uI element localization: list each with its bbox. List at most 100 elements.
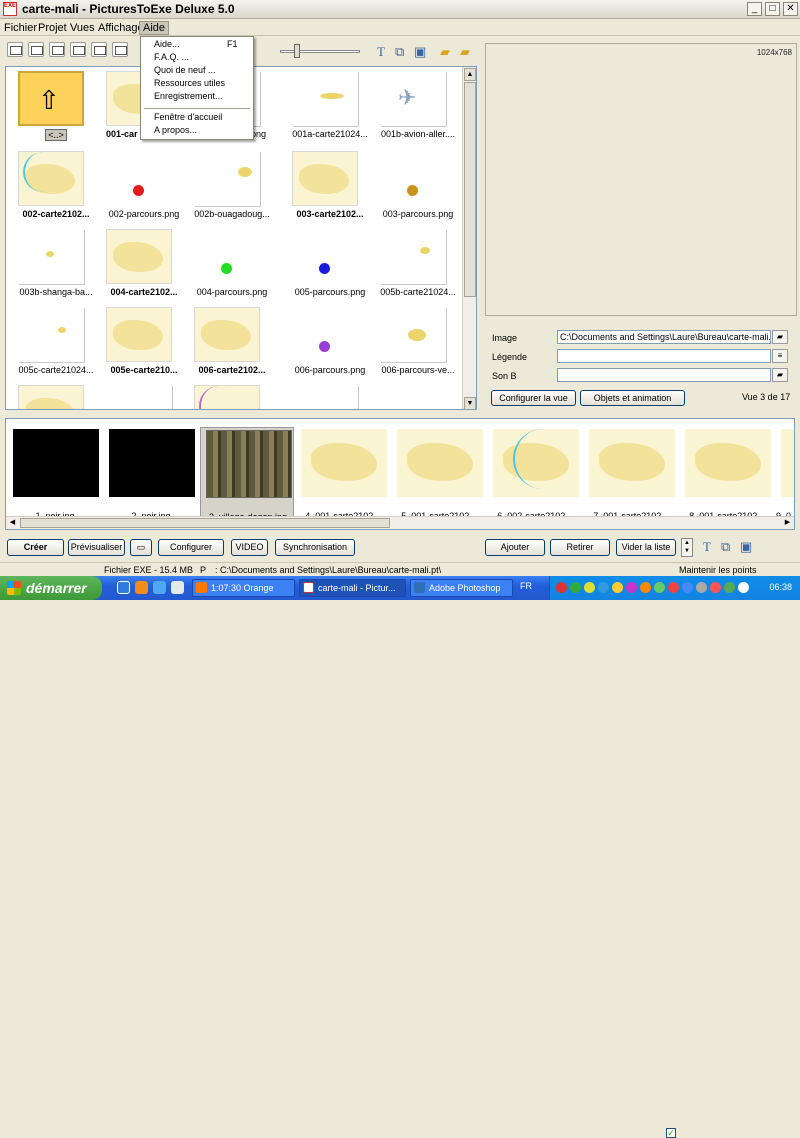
configurer-vue-button[interactable]: Configurer la vue — [491, 390, 576, 406]
maintenir-points-checkbox[interactable]: ✓ — [666, 1128, 676, 1138]
view-mode-1-button[interactable] — [7, 42, 23, 57]
fullscreen-preview-icon[interactable]: ▭ — [130, 539, 152, 556]
browser-item[interactable]: 004-carte2102... — [98, 225, 190, 303]
tray-icon[interactable] — [570, 582, 581, 593]
vider-liste-button[interactable]: Vider la liste — [616, 539, 676, 556]
close-button[interactable]: ✕ — [783, 2, 798, 16]
copy-icon[interactable]: ⧉ — [395, 44, 404, 60]
text-icon[interactable]: T — [703, 539, 711, 555]
timeline-slide[interactable]: 7. 001-carte2102... — [584, 429, 678, 524]
tray-icon[interactable] — [724, 582, 735, 593]
menu-item-quoi-de-neuf[interactable]: Quoi de neuf ... — [154, 65, 216, 75]
timeline-slide[interactable]: 9. 0 — [776, 429, 794, 524]
menu-projet[interactable]: Projet — [38, 22, 67, 34]
timeline-slide[interactable]: 6. 002-carte2102... — [488, 429, 582, 524]
language-indicator[interactable]: FR — [520, 581, 532, 591]
menu-item-enregistrement[interactable]: Enregistrement... — [154, 91, 223, 101]
folder-open-icon[interactable]: ▰ — [440, 44, 450, 60]
text-icon[interactable]: T — [377, 44, 385, 60]
menu-item-fenetre-accueil[interactable]: Fenêtre d'accueil — [154, 112, 222, 122]
view-mode-5-button[interactable] — [91, 42, 107, 57]
browser-item[interactable]: 006-parcours.png — [284, 303, 376, 381]
media-player-icon[interactable] — [153, 581, 166, 594]
browser-item[interactable] — [186, 381, 278, 409]
browse-folder-icon[interactable]: ▰ — [772, 330, 788, 344]
configurer-button[interactable]: Configurer — [158, 539, 224, 556]
browser-item[interactable]: 002-carte2102... — [10, 147, 102, 225]
tray-icon[interactable] — [598, 582, 609, 593]
start-button[interactable]: démarrer — [0, 576, 102, 600]
show-desktop-icon[interactable] — [117, 581, 130, 594]
previsualiser-button[interactable]: Prévisualiser — [68, 539, 125, 556]
taskbar-item-picturestoexe[interactable]: carte-mali - Pictur... — [299, 579, 406, 597]
copy-icon[interactable]: ⧉ — [721, 539, 730, 555]
ajouter-button[interactable]: Ajouter — [485, 539, 545, 556]
browser-item[interactable]: 002b-ouagadoug... — [186, 147, 278, 225]
tray-icon[interactable] — [626, 582, 637, 593]
browser-item[interactable]: 003-parcours.png — [372, 147, 464, 225]
tray-icon[interactable] — [654, 582, 665, 593]
browser-item[interactable]: 005e-carte210... — [98, 303, 190, 381]
timeline-slide-selected[interactable]: 3. village-dogon.jpg — [200, 427, 294, 526]
view-mode-4-button[interactable] — [70, 42, 86, 57]
menu-aide[interactable]: Aide — [139, 21, 170, 35]
maximize-button[interactable]: □ — [765, 2, 780, 16]
browser-item[interactable]: 005-parcours.png — [284, 225, 376, 303]
browser-vertical-scrollbar[interactable]: ▲ ▼ — [462, 67, 476, 409]
menu-item-ressources[interactable]: Ressources utiles — [154, 78, 225, 88]
tray-icon[interactable] — [556, 582, 567, 593]
reorder-stepper[interactable]: ▲ ▼ — [681, 538, 693, 557]
scroll-up-icon[interactable]: ▲ — [464, 68, 476, 81]
timeline-slide[interactable]: 4. 001-carte2102... — [296, 429, 390, 524]
tray-icon[interactable] — [682, 582, 693, 593]
son-field[interactable] — [557, 368, 771, 382]
browser-item[interactable]: 005b-carte21024... — [372, 225, 464, 303]
menu-item-a-propos[interactable]: A propos... — [154, 125, 197, 135]
scroll-left-icon[interactable]: ◀ — [6, 517, 19, 529]
view-mode-3-button[interactable] — [49, 42, 65, 57]
menu-item-faq[interactable]: F.A.Q. ... — [154, 52, 189, 62]
synchronisation-button[interactable]: Synchronisation — [275, 539, 355, 556]
timeline-horizontal-scrollbar[interactable]: ◀ ▶ — [6, 516, 794, 529]
image-icon[interactable]: ▣ — [414, 44, 426, 60]
browser-item[interactable]: 006-carte2102... — [186, 303, 278, 381]
edit-text-icon[interactable]: ≡ — [772, 349, 788, 363]
browser-item[interactable] — [10, 381, 102, 409]
menu-fichier[interactable]: Fichier — [4, 22, 37, 34]
menu-item-aide[interactable]: Aide... — [154, 39, 180, 49]
zoom-slider-track[interactable] — [280, 50, 360, 53]
browser-item[interactable]: 005c-carte21024... — [10, 303, 102, 381]
warning-icon[interactable] — [612, 582, 623, 593]
volume-icon[interactable] — [738, 582, 749, 593]
browser-item[interactable]: ✈ 001b-avion-aller.... — [372, 67, 464, 145]
timeline-slide[interactable]: 5. 001-carte2102... — [392, 429, 486, 524]
browser-item[interactable]: 002-parcours.png — [98, 147, 190, 225]
firefox-icon[interactable] — [135, 581, 148, 594]
scroll-thumb[interactable] — [464, 82, 476, 297]
zoom-slider-thumb[interactable] — [294, 44, 300, 58]
scroll-thumb[interactable] — [20, 518, 390, 528]
image-icon[interactable]: ▣ — [740, 539, 752, 555]
scroll-right-icon[interactable]: ▶ — [781, 517, 794, 529]
browser-item[interactable] — [98, 381, 190, 409]
taskbar-item-photoshop[interactable]: Adobe Photoshop — [410, 579, 513, 597]
menu-affichage[interactable]: Affichage — [98, 22, 144, 34]
browser-item[interactable] — [284, 381, 376, 409]
timeline-slide[interactable]: 8. 001-carte2102... — [680, 429, 774, 524]
folder-up-icon[interactable]: ▰ — [460, 44, 470, 60]
browser-item[interactable]: 003b-shanga-ba... — [10, 225, 102, 303]
tray-icon[interactable] — [710, 582, 721, 593]
tray-icon[interactable] — [584, 582, 595, 593]
view-mode-6-button[interactable] — [112, 42, 128, 57]
timeline-slide[interactable]: 2. noir.jpg — [104, 429, 198, 524]
image-path-field[interactable]: C:\Documents and Settings\Laure\Bureau\c… — [557, 330, 771, 344]
quick-launch-icon[interactable] — [171, 581, 184, 594]
browser-item-parent[interactable]: ⇧ <..> — [10, 67, 102, 145]
tray-icon[interactable] — [668, 582, 679, 593]
view-mode-2-button[interactable] — [28, 42, 44, 57]
browser-item[interactable]: 006-parcours-ve... — [372, 303, 464, 381]
browser-item[interactable]: 004-parcours.png — [186, 225, 278, 303]
scroll-down-icon[interactable]: ▼ — [464, 397, 476, 409]
taskbar-item-orange[interactable]: 1:07:30 Orange — [192, 579, 295, 597]
tray-icon[interactable] — [640, 582, 651, 593]
